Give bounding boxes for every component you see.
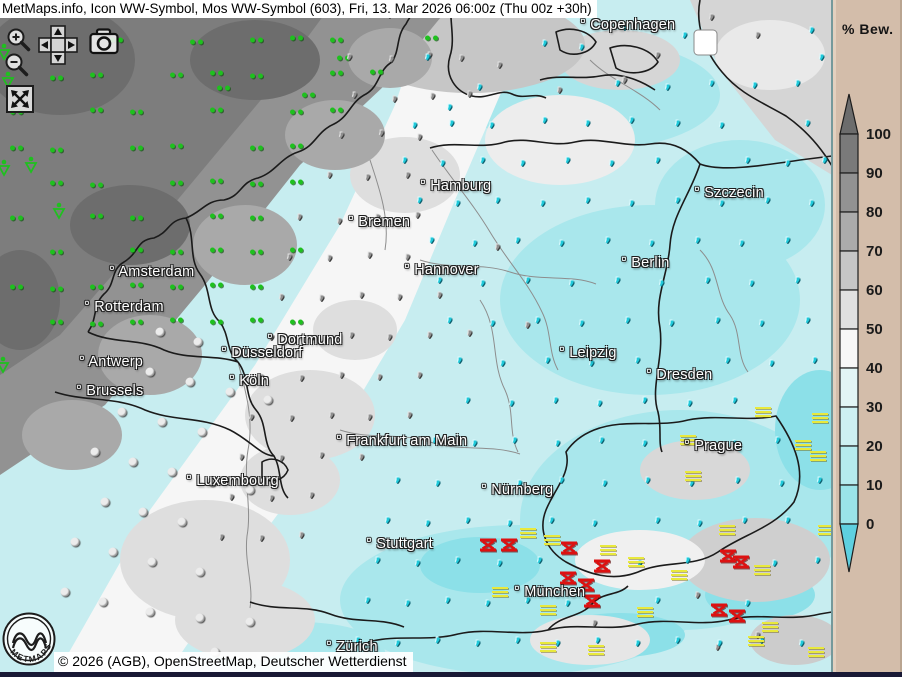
colorbar-tick-label: 30: [866, 399, 883, 416]
pan-control[interactable]: [38, 25, 78, 65]
zoom-out-button[interactable]: [4, 52, 30, 78]
colorbar-segment: [840, 251, 858, 290]
map-canvas[interactable]: [0, 0, 832, 677]
snapshot-button[interactable]: [89, 28, 119, 55]
colorbar: 1009080706050403020100: [833, 92, 901, 578]
title-bar: MetMaps.info, Icon WW-Symbol, Mos WW-Sym…: [0, 0, 597, 18]
legend-panel: % Bew. 1009080706050403020100: [831, 0, 902, 672]
colorbar-tick-label: 60: [866, 282, 883, 299]
expand-arrows-icon: [6, 85, 34, 113]
colorbar-segment: [840, 134, 858, 173]
colorbar-bottom-tip: [840, 524, 858, 572]
colorbar-segment: [840, 368, 858, 407]
metmaps-logo: METMAPS: [1, 611, 57, 669]
colorbar-tick-label: 40: [866, 360, 883, 377]
colorbar-segment: [840, 446, 858, 485]
cloud-cover-shading: [0, 0, 832, 677]
attribution-bar[interactable]: © 2026 (AGB), OpenStreetMap, Deutscher W…: [54, 652, 413, 672]
colorbar-segment: [840, 485, 858, 524]
colorbar-tick-label: 90: [866, 165, 883, 182]
colorbar-segment: [840, 212, 858, 251]
fullscreen-button[interactable]: [6, 85, 34, 113]
colorbar-tick-label: 10: [866, 477, 883, 494]
legend-title: % Bew.: [842, 21, 894, 37]
magnifier-plus-icon: [6, 27, 32, 53]
colorbar-tick-label: 70: [866, 243, 883, 260]
map-marker-box: [694, 30, 717, 55]
colorbar-segment: [840, 407, 858, 446]
bottom-bar: [0, 672, 902, 677]
camera-icon: [89, 28, 119, 55]
arrow-pad-icon: [38, 25, 78, 65]
colorbar-segment: [840, 290, 858, 329]
colorbar-tick-label: 80: [866, 204, 883, 221]
colorbar-top-tip: [840, 94, 858, 134]
colorbar-segment: [840, 173, 858, 212]
colorbar-tick-label: 50: [866, 321, 883, 338]
metmaps-app: ° Copenhagen° Hamburg° Szczecin° Bremen°…: [0, 0, 902, 677]
magnifier-minus-icon: [4, 52, 30, 78]
colorbar-tick-label: 100: [866, 126, 891, 143]
zoom-in-button[interactable]: [6, 27, 32, 53]
colorbar-tick-label: 0: [866, 516, 874, 533]
colorbar-segment: [840, 329, 858, 368]
colorbar-tick-label: 20: [866, 438, 883, 455]
